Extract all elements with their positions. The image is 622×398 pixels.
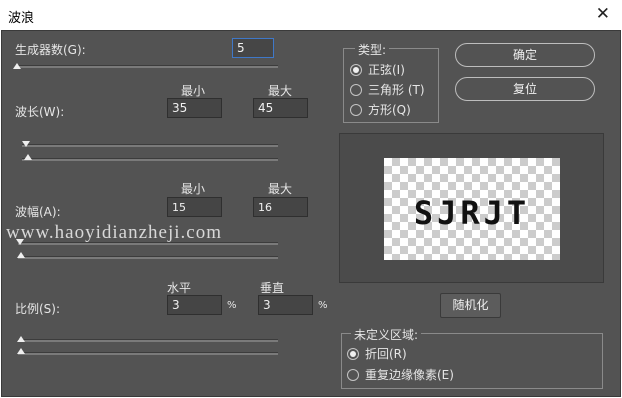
type-option-square[interactable]: 方形(Q) — [350, 101, 411, 118]
undefined-option-wrap[interactable]: 折回(R) — [347, 345, 407, 362]
scale-horizontal-label: 水平 — [167, 281, 192, 295]
reset-button[interactable]: 复位 — [455, 77, 595, 101]
watermark: www.haoyidianzheji.com — [6, 222, 222, 243]
radio-sine[interactable] — [350, 63, 362, 76]
scale-horizontal-unit: % — [227, 300, 237, 311]
radio-square[interactable] — [350, 103, 362, 116]
undefined-area-title: 未定义区域: — [351, 326, 422, 343]
title-bar: 波浪 ✕ — [0, 0, 622, 30]
wavelength-max-field[interactable] — [253, 98, 308, 118]
generators-slider-track[interactable] — [16, 65, 278, 68]
undefined-option-repeat-label: 重复边缘像素(E) — [365, 368, 454, 382]
dialog-body: 生成器数(G): 最小 最大 波长(W): 最小 最大 波幅(A): 水平 垂直… — [1, 30, 621, 397]
scale-vertical-slider-track[interactable] — [18, 352, 278, 355]
wavelength-min-label: 最小 — [181, 84, 206, 98]
wavelength-min-slider-thumb[interactable] — [22, 141, 30, 147]
generators-field[interactable] — [232, 38, 274, 58]
radio-triangle[interactable] — [350, 83, 362, 96]
amplitude-min-field[interactable] — [167, 197, 222, 217]
scale-vertical-unit: % — [318, 300, 328, 311]
wavelength-max-slider-thumb[interactable] — [24, 154, 32, 160]
wavelength-min-slider-track[interactable] — [22, 144, 278, 147]
amplitude-max-field[interactable] — [253, 197, 308, 217]
type-option-triangle-label: 三角形 (T) — [368, 83, 425, 97]
amplitude-max-label: 最大 — [268, 182, 293, 196]
scale-vertical-label: 垂直 — [260, 281, 285, 295]
scale-horizontal-slider-thumb[interactable] — [17, 336, 25, 342]
randomize-button[interactable]: 随机化 — [440, 293, 501, 318]
amplitude-min-slider-thumb[interactable] — [16, 239, 24, 245]
preview-frame: SJRJT — [339, 133, 604, 283]
amplitude-max-slider-thumb[interactable] — [17, 252, 25, 258]
scale-label: 比例(S): — [15, 302, 61, 316]
preview-text: SJRJT — [413, 194, 531, 232]
close-icon[interactable]: ✕ — [596, 4, 610, 24]
radio-wrap[interactable] — [347, 347, 359, 360]
amplitude-label: 波幅(A): — [15, 205, 61, 219]
scale-vertical-field[interactable] — [258, 295, 313, 315]
type-option-square-label: 方形(Q) — [368, 103, 411, 117]
wavelength-min-field[interactable] — [167, 98, 222, 118]
amplitude-min-slider-track[interactable] — [18, 242, 278, 245]
undefined-option-repeat[interactable]: 重复边缘像素(E) — [347, 366, 454, 383]
radio-repeat[interactable] — [347, 368, 359, 381]
scale-vertical-slider-thumb[interactable] — [17, 348, 25, 354]
preview-canvas: SJRJT — [384, 158, 560, 260]
scale-horizontal-slider-track[interactable] — [18, 339, 278, 342]
wavelength-max-label: 最大 — [268, 84, 293, 98]
scale-horizontal-field[interactable] — [167, 295, 222, 315]
wavelength-label: 波长(W): — [15, 105, 65, 119]
amplitude-min-label: 最小 — [181, 182, 206, 196]
undefined-option-wrap-label: 折回(R) — [365, 347, 407, 361]
type-option-sine-label: 正弦(I) — [368, 63, 405, 77]
type-option-sine[interactable]: 正弦(I) — [350, 61, 405, 78]
ok-button[interactable]: 确定 — [455, 43, 595, 67]
type-option-triangle[interactable]: 三角形 (T) — [350, 81, 425, 98]
window-title: 波浪 — [8, 11, 35, 26]
amplitude-max-slider-track[interactable] — [18, 256, 278, 259]
generators-slider-thumb[interactable] — [13, 63, 21, 69]
generators-label: 生成器数(G): — [15, 43, 86, 57]
wavelength-max-slider-track[interactable] — [22, 158, 278, 161]
type-group-title: 类型: — [355, 41, 390, 58]
